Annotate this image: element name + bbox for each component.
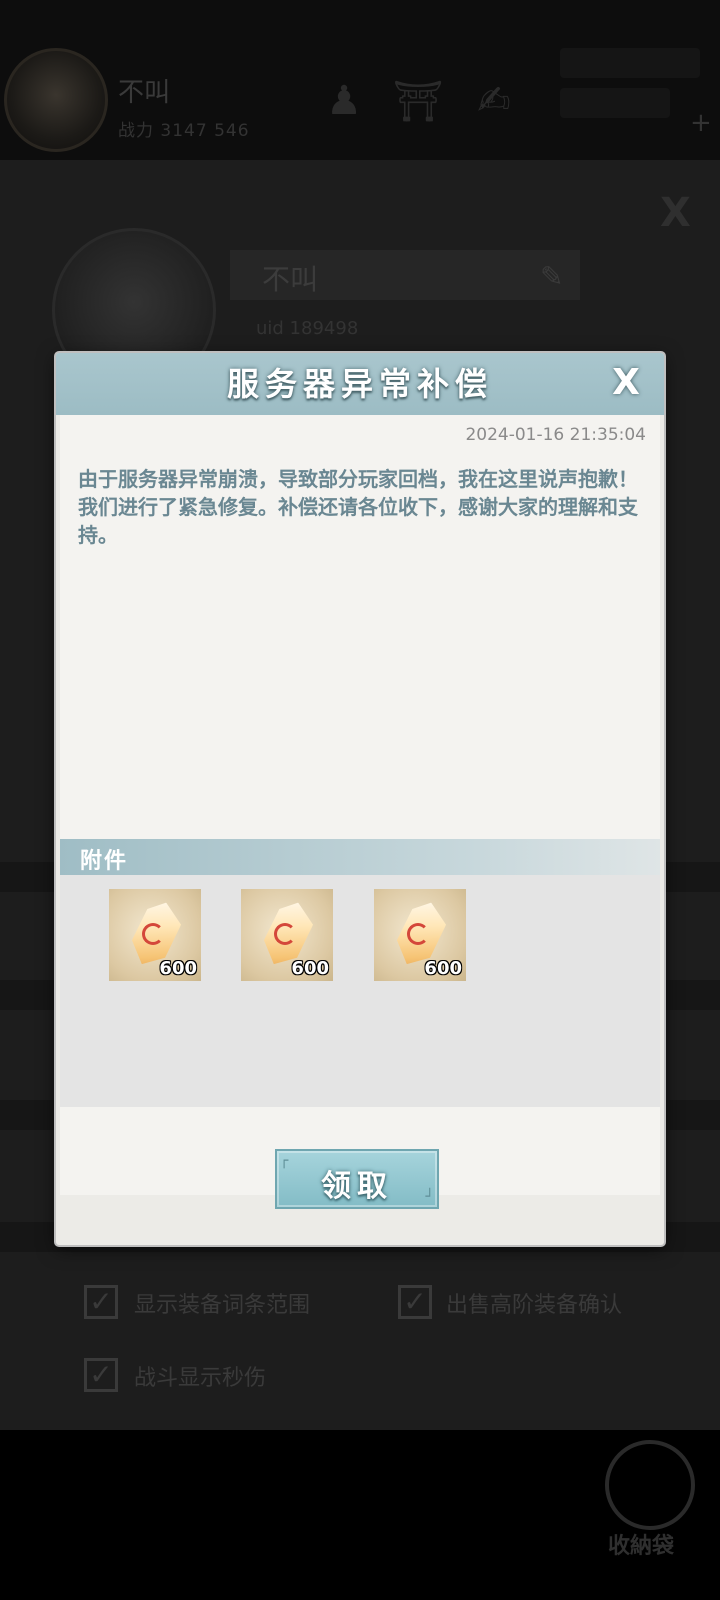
claim-label: 领取 [321,1169,393,1204]
claim-button[interactable]: ┌ ┘ 领取 [275,1149,439,1209]
scroll-icon[interactable]: ✍ [468,78,520,132]
top-bar: 不叫 战力 3147 546 ♟ ⛩ ✍ + [0,0,720,160]
player-power: 战力 3147 546 [118,121,250,141]
player-avatar[interactable] [4,48,108,152]
checkbox-show-affix-range[interactable]: ✓ [84,1285,118,1319]
item-count: 600 [424,958,462,979]
bag-icon[interactable] [605,1440,695,1530]
mail-message-line: 我们进行了紧急修复。补偿还请各位收下，感谢大家的理解和支持。 [78,495,638,547]
profile-name: 不叫 [262,263,319,296]
panel-close-icon[interactable]: X [660,190,691,236]
crystal-mark [407,923,429,945]
attachments-area: 600 600 600 [60,875,660,1107]
attachments-header: 附件 [60,839,660,875]
close-button[interactable]: X [604,361,648,405]
crystal-mark [274,923,296,945]
pagoda-icon[interactable]: ⛩ [392,78,444,132]
mail-dialog: 服务器异常补偿 X 2024-01-16 21:35:04 由于服务器异常崩溃，… [56,353,664,1245]
checkbox-show-dps[interactable]: ✓ [84,1358,118,1392]
bag-label: 收納袋 [608,1534,675,1559]
checkbox-label: 显示装备词条范围 [134,1293,311,1318]
player-name: 不叫 [118,78,171,108]
checkbox-sell-confirm[interactable]: ✓ [398,1285,432,1319]
dialog-title: 服务器异常补偿 [226,365,493,403]
mail-message: 由于服务器异常崩溃，导致部分玩家回档，我在这里说声抱歉！ 我们进行了紧急修复。补… [78,465,648,549]
crystal-mark [142,923,164,945]
chess-piece-icon[interactable]: ♟ [318,78,370,132]
checkbox-label: 战斗显示秒伤 [134,1366,267,1391]
profile-uid: uid 189498 [256,318,359,339]
attachment-item[interactable]: 600 [241,889,333,981]
edit-name-icon[interactable]: ✎ [540,260,563,293]
item-count: 600 [159,958,197,979]
attachment-item[interactable]: 600 [109,889,201,981]
currency-bar [560,48,700,78]
attachments-label: 附件 [80,849,129,874]
add-currency-icon[interactable]: + [690,108,712,138]
checkbox-label: 出售高阶装备确认 [446,1293,623,1318]
mail-date: 2024-01-16 21:35:04 [465,425,646,445]
currency-bar-secondary [560,88,670,118]
item-count: 600 [291,958,329,979]
mail-message-line: 由于服务器异常崩溃，导致部分玩家回档，我在这里说声抱歉！ [78,467,638,491]
dialog-header: 服务器异常补偿 X [56,353,664,415]
attachment-item[interactable]: 600 [374,889,466,981]
